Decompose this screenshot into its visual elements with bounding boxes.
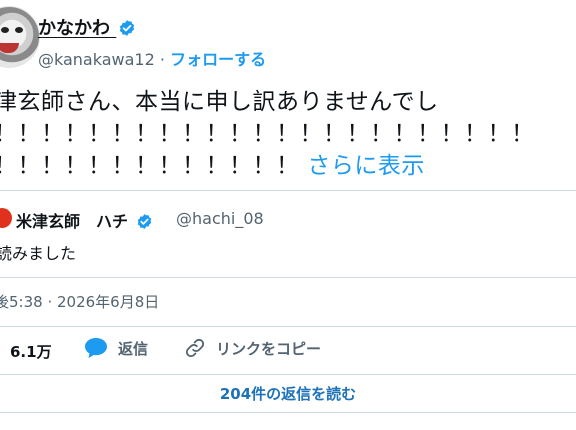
show-more-link[interactable]: さらに表示 — [307, 153, 425, 179]
handle-separator: · — [159, 50, 165, 69]
tweet-text-line-3: ！！！！！！！！！！！！！ さらに表示 — [0, 150, 535, 182]
tweet-text-line-2: ！！！！！！！！！！！！！！！！！！！！！！！ — [0, 121, 535, 147]
quoted-author-name-text[interactable]: 米津玄師 ハチ — [16, 212, 128, 231]
author-avatar[interactable] — [0, 6, 40, 68]
link-icon — [185, 338, 205, 358]
read-replies-button[interactable]: 204件の返信を読む — [0, 383, 576, 404]
copy-link-button[interactable]: リンクをコピー — [184, 337, 321, 359]
author-display-name[interactable]: かなかわ — [38, 14, 136, 40]
divider — [0, 412, 576, 413]
author-handle[interactable]: @kanakawa12 — [38, 50, 155, 69]
verified-badge-icon — [120, 20, 135, 36]
reply-button-label[interactable]: 返信 — [118, 338, 148, 359]
tweet-timestamp[interactable]: 後5:38 · 2026年6月8日 — [0, 291, 159, 312]
like-count[interactable]: 6.1万 — [10, 341, 52, 362]
author-display-name-text[interactable]: かなかわ — [38, 18, 110, 39]
divider — [0, 374, 576, 375]
divider — [0, 326, 576, 327]
quoted-tweet-text: 読みました — [0, 244, 77, 263]
reply-bubble-icon — [85, 338, 107, 358]
verified-badge-icon — [137, 214, 151, 229]
quoted-author-handle[interactable]: @hachi_08 — [176, 209, 264, 228]
quoted-tweet[interactable] — [0, 190, 576, 278]
copy-link-label[interactable]: リンクをコピー — [216, 338, 321, 359]
reply-button[interactable]: 返信 — [84, 337, 148, 359]
author-handle-line: @kanakawa12 · フォローする — [38, 46, 266, 70]
tweet-text-line-1: 津玄師さん、本当に申し訳ありませんでし — [0, 89, 439, 115]
quoted-author-name[interactable]: 米津玄師 ハチ — [16, 208, 153, 232]
tweet-text-line-3-content: ！！！！！！！！！！！！！ — [0, 153, 300, 179]
tweet-text: 津玄師さん、本当に申し訳ありませんでし ！！！！！！！！！！！！！！！！！！！！… — [0, 86, 535, 182]
follow-button[interactable]: フォローする — [170, 50, 266, 69]
